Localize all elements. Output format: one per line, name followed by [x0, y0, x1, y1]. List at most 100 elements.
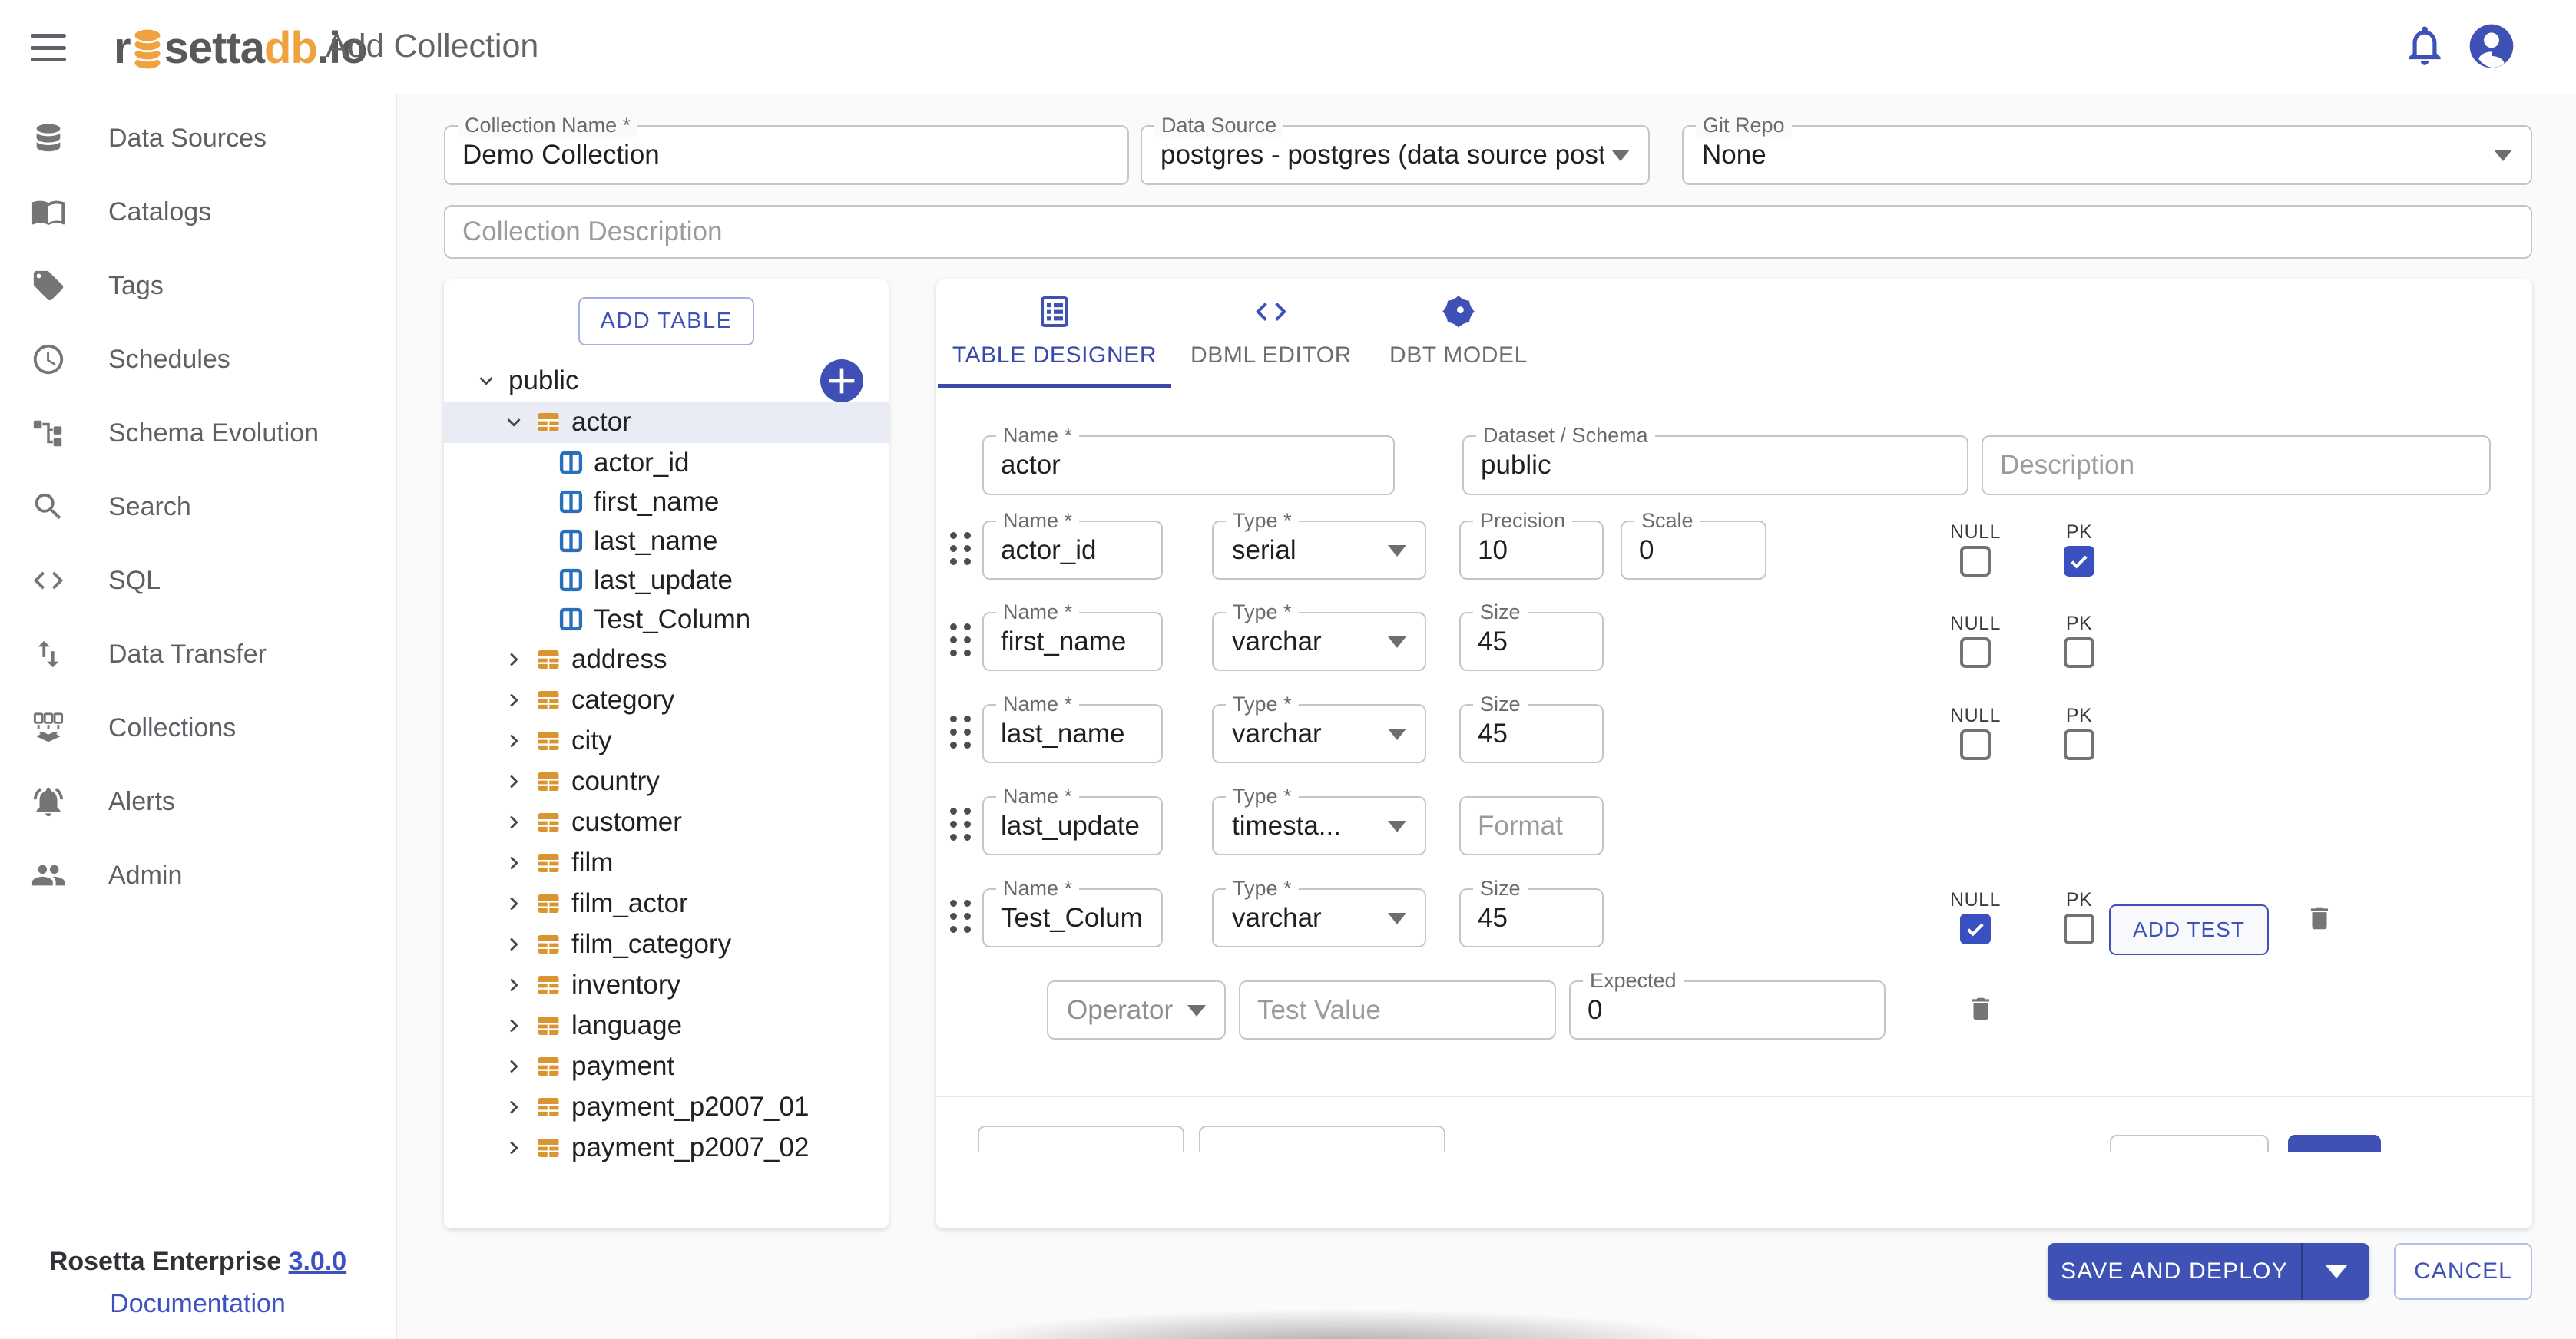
drag-handle-icon[interactable]	[950, 716, 971, 749]
operator-select[interactable]: Operator	[1047, 980, 1226, 1040]
sidebar-item-data-sources[interactable]: Data Sources	[0, 101, 396, 175]
tree-node-table[interactable]: film_category	[444, 924, 889, 964]
tree-node-table[interactable]: language	[444, 1005, 889, 1046]
test-value-input[interactable]	[1240, 982, 1555, 1038]
sidebar-item-schema-evolution[interactable]: Schema Evolution	[0, 396, 396, 470]
collection-description-field[interactable]	[444, 205, 2532, 259]
sidebar-item-data-transfer[interactable]: Data Transfer	[0, 617, 396, 691]
null-checkbox[interactable]	[1960, 546, 1991, 577]
tree-node-table[interactable]: payment_p2007_02	[444, 1127, 889, 1168]
trash-icon[interactable]	[2305, 901, 2334, 936]
column-name-field[interactable]: Name *	[982, 704, 1163, 763]
tree-node-table[interactable]: city	[444, 720, 889, 761]
tab-table-designer[interactable]: TABLE DESIGNER	[938, 293, 1171, 369]
column-type-value: varchar	[1232, 627, 1380, 657]
tree-node-table[interactable]: customer	[444, 802, 889, 842]
column-name-field[interactable]: Name *	[982, 521, 1163, 580]
save-and-deploy-button[interactable]: SAVE AND DEPLOY	[2048, 1243, 2303, 1300]
add-test-button[interactable]: ADD TEST	[2109, 904, 2269, 955]
sidebar-item-catalogs[interactable]: Catalogs	[0, 175, 396, 249]
sidebar-item-collections[interactable]: Collections	[0, 691, 396, 765]
scale-field[interactable]: Scale	[1621, 521, 1766, 580]
data-source-select[interactable]: Data Source postgres - postgres (data so…	[1141, 125, 1650, 185]
format-input[interactable]	[1461, 798, 1602, 854]
collection-name-field[interactable]: Collection Name *	[444, 125, 1129, 185]
drag-handle-icon[interactable]	[950, 623, 971, 656]
drag-handle-icon[interactable]	[950, 900, 971, 933]
expected-field[interactable]: Expected	[1569, 980, 1886, 1040]
null-checkbox[interactable]	[1960, 729, 1991, 760]
add-test-button-partial[interactable]	[2110, 1135, 2269, 1152]
tree-node-column[interactable]: last_name	[444, 521, 889, 560]
sidebar-item-alerts[interactable]: Alerts	[0, 765, 396, 838]
column-type-select-partial[interactable]	[1199, 1126, 1445, 1152]
version-link[interactable]: 3.0.0	[289, 1247, 347, 1276]
scale-label: Scale	[1634, 510, 1700, 533]
pk-checkbox[interactable]	[2064, 914, 2094, 944]
button-partial[interactable]	[2288, 1135, 2381, 1152]
drag-handle-icon[interactable]	[950, 808, 971, 841]
database-icon	[31, 121, 66, 156]
tree-node-column[interactable]: actor_id	[444, 443, 889, 482]
table-name-field[interactable]: Name *	[982, 435, 1395, 495]
precision-field[interactable]: Precision	[1459, 521, 1604, 580]
tree-node-table[interactable]: film_actor	[444, 883, 889, 924]
trash-icon[interactable]	[1966, 991, 1995, 1027]
add-table-button[interactable]: ADD TABLE	[578, 297, 755, 345]
tree-node-table[interactable]: inventory	[444, 964, 889, 1005]
tree-node-table[interactable]: payment_p2007_01	[444, 1086, 889, 1127]
table-description-input[interactable]	[1983, 437, 2489, 494]
pk-checkbox[interactable]	[2064, 637, 2094, 668]
table-list: address category city country customer f…	[444, 639, 889, 1168]
tree-node-table-selected[interactable]: actor	[444, 402, 889, 443]
sidebar-item-label: Admin	[108, 861, 182, 891]
column-type-select[interactable]: Type * varchar	[1212, 704, 1426, 763]
tab-dbt-model[interactable]: DBT MODEL	[1363, 293, 1554, 369]
pk-checkbox[interactable]	[2064, 546, 2094, 577]
table-description-field[interactable]	[1982, 435, 2491, 495]
column-type-select[interactable]: Type * varchar	[1212, 612, 1426, 671]
size-field[interactable]: Size	[1459, 704, 1604, 763]
tree-node-column[interactable]: first_name	[444, 482, 889, 521]
dataset-schema-field[interactable]: Dataset / Schema	[1462, 435, 1968, 495]
sidebar-item-sql[interactable]: SQL	[0, 544, 396, 617]
tree-node-column[interactable]: last_update	[444, 560, 889, 600]
column-name-field-partial[interactable]	[978, 1126, 1184, 1152]
bell-icon[interactable]	[2401, 21, 2449, 69]
sidebar-item-admin[interactable]: Admin	[0, 838, 396, 912]
size-field[interactable]: Size	[1459, 888, 1604, 947]
tree-node-column[interactable]: Test_Column	[444, 600, 889, 639]
size-field[interactable]: Size	[1459, 612, 1604, 671]
plus-icon[interactable]	[820, 359, 863, 402]
sidebar-item-schedules[interactable]: Schedules	[0, 322, 396, 396]
column-type-select[interactable]: Type * timesta...	[1212, 796, 1426, 855]
pk-checkbox[interactable]	[2064, 729, 2094, 760]
tree-node-schema[interactable]: public	[444, 360, 889, 402]
avatar-icon[interactable]	[2465, 20, 2518, 72]
column-type-select[interactable]: Type * serial	[1212, 521, 1426, 580]
column-name-field[interactable]: Name *	[982, 612, 1163, 671]
column-type-select[interactable]: Type * varchar	[1212, 888, 1426, 947]
git-repo-select[interactable]: Git Repo None	[1682, 125, 2532, 185]
sidebar-item-search[interactable]: Search	[0, 470, 396, 544]
collection-description-input[interactable]	[445, 207, 2531, 257]
save-options-dropdown[interactable]	[2303, 1243, 2369, 1300]
tree-node-table[interactable]: payment	[444, 1046, 889, 1086]
column-name-field[interactable]: Name *	[982, 796, 1163, 855]
column-row: Name * Type * varchar Size NULL PK	[936, 612, 2532, 671]
null-checkbox[interactable]	[1960, 914, 1991, 944]
tab-dbml-editor[interactable]: DBML EDITOR	[1190, 293, 1353, 369]
tree-node-table[interactable]: category	[444, 679, 889, 720]
test-value-field[interactable]	[1239, 980, 1556, 1040]
cancel-button[interactable]: CANCEL	[2394, 1243, 2532, 1300]
documentation-link[interactable]: Documentation	[0, 1289, 396, 1319]
format-field[interactable]	[1459, 796, 1604, 855]
tree-node-table[interactable]: country	[444, 761, 889, 802]
null-checkbox[interactable]	[1960, 637, 1991, 668]
tree-node-table[interactable]: address	[444, 639, 889, 679]
drag-handle-icon[interactable]	[950, 532, 971, 565]
menu-icon[interactable]	[31, 34, 66, 61]
sidebar-item-tags[interactable]: Tags	[0, 249, 396, 322]
column-name-field[interactable]: Name *	[982, 888, 1163, 947]
tree-node-table[interactable]: film	[444, 842, 889, 883]
